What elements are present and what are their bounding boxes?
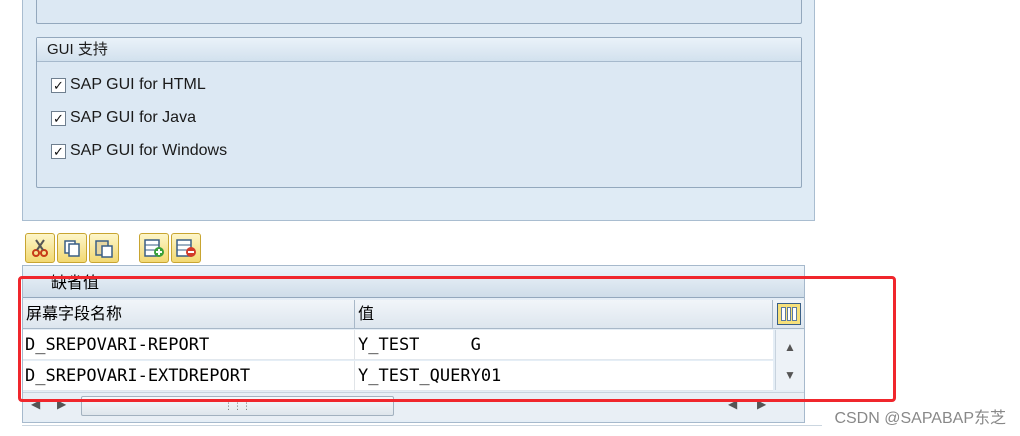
value-cell[interactable]: Y_TEST_QUERY01 [355,361,773,391]
delete-row-button[interactable] [171,233,201,263]
scroll-left-icon[interactable]: ◀ [728,397,737,411]
scroll-right-icon[interactable]: ▶ [57,397,66,411]
scroll-thumb[interactable]: ⋮⋮⋮ [81,396,394,416]
checkbox-label: SAP GUI for Windows [70,142,228,159]
table-row[interactable]: D_SREPOVARI-EXTDREPORT Y_TEST_QUERY01 [23,361,773,391]
insert-row-icon [144,239,164,257]
field-name-cell[interactable]: D_SREPOVARI-REPORT [23,330,355,360]
gui-support-group: GUI 支持 ✓ SAP GUI for HTML ✓ SAP GUI for … [36,37,802,188]
scroll-up-icon[interactable]: ▲ [776,332,804,362]
table-title: 缺省值 [23,266,804,298]
vertical-scrollbar[interactable]: ▲ ▼ [775,330,804,390]
checkbox-gui-windows[interactable]: ✓ SAP GUI for Windows [51,140,227,162]
column-header-field-name[interactable]: 屏幕字段名称 [23,300,355,329]
field-name-cell[interactable]: D_SREPOVARI-EXTDREPORT [23,361,355,391]
copy-button[interactable] [57,233,87,263]
checkbox-checked-icon[interactable]: ✓ [51,77,66,93]
horizontal-scrollbar[interactable]: ◀ ▶ ⋮⋮⋮ ◀ ▶ [23,392,804,420]
checkbox-label: SAP GUI for HTML [70,76,206,93]
checkbox-label: SAP GUI for Java [70,109,196,126]
table-toolbar [25,233,201,263]
cut-button[interactable] [25,233,55,263]
value-cell[interactable]: Y_TEST G [355,330,773,360]
copy-icon [64,240,80,257]
scroll-right-icon[interactable]: ▶ [757,397,766,411]
previous-group-box [36,0,802,24]
checkbox-gui-html[interactable]: ✓ SAP GUI for HTML [51,74,206,96]
watermark: CSDN @SAPABAP东芝 [834,410,1006,427]
gui-support-title: GUI 支持 [37,38,801,62]
scroll-down-icon[interactable]: ▼ [776,360,804,390]
scroll-left-icon[interactable]: ◀ [31,397,40,411]
table-header: 屏幕字段名称 值 [23,300,804,329]
default-values-table: 缺省值 屏幕字段名称 值 D_SREPOVARI-REPORT Y_TEST G… [22,265,805,423]
left-margin [0,0,22,436]
column-settings-icon[interactable] [777,303,801,325]
delete-row-icon [176,239,196,257]
divider [22,425,822,426]
column-header-value[interactable]: 值 [355,300,773,329]
toolbar-separator [121,233,137,263]
scissors-icon [32,239,48,257]
checkbox-gui-java[interactable]: ✓ SAP GUI for Java [51,107,196,129]
insert-row-button[interactable] [139,233,169,263]
checkbox-checked-icon[interactable]: ✓ [51,110,66,126]
checkbox-checked-icon[interactable]: ✓ [51,143,66,159]
paste-button[interactable] [89,233,119,263]
table-row[interactable]: D_SREPOVARI-REPORT Y_TEST G [23,330,773,360]
paste-icon [95,240,113,258]
